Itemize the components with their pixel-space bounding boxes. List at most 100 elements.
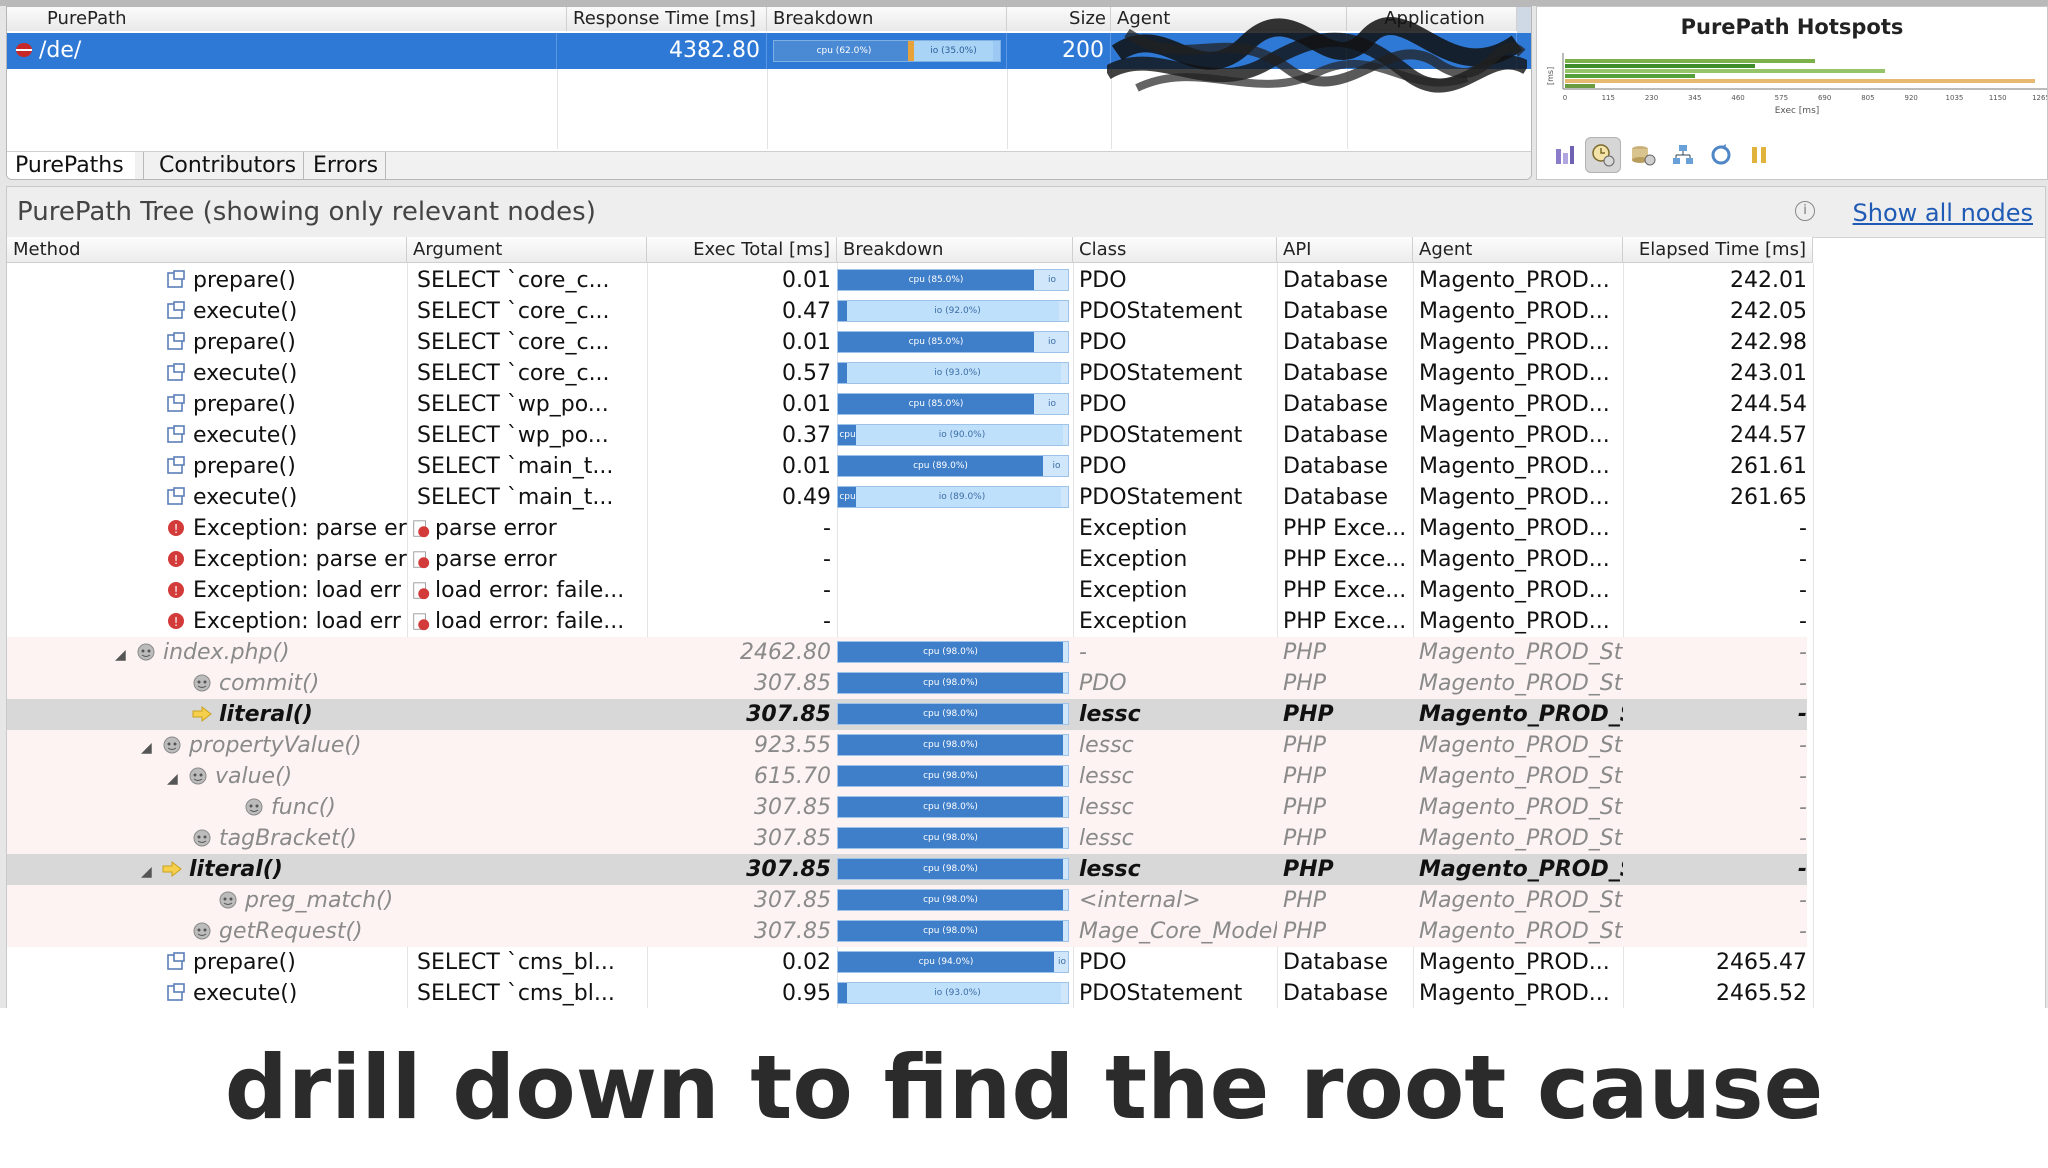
tree-row[interactable]: getRequest() 307.85 cpu (98.0%) Mage_Core_M… — [7, 916, 1807, 947]
hierarchy-icon[interactable] — [1665, 137, 1701, 173]
tree-title: PurePath Tree (showing only relevant nod… — [17, 197, 596, 227]
method-icon — [165, 485, 193, 510]
tab-errors[interactable]: Errors — [305, 152, 389, 179]
elapsed-time-cell: 242.05 — [1730, 299, 1807, 324]
expand-arrow-icon[interactable]: ◢ — [167, 764, 181, 792]
api-cell: PHP — [1283, 640, 1327, 665]
tree-row[interactable]: ! Exception: load err load error: faile...… — [7, 575, 1807, 606]
tree-row[interactable]: tagBracket() 307.85 cpu (98.0%) lessc PHP Mag… — [7, 823, 1807, 854]
api-cell: Database — [1283, 361, 1388, 386]
elapsed-time-cell: - — [1799, 578, 1807, 603]
tree-row[interactable]: prepare() SELECT `cms_bl... 0.02 cpu (94.0%… — [7, 947, 1807, 978]
column-divider — [767, 69, 768, 149]
php-node-icon — [161, 733, 189, 758]
tree-row[interactable]: ! Exception: load err load error: faile...… — [7, 606, 1807, 637]
exec-total-cell: 0.57 — [782, 361, 831, 386]
column-header-elapsed-time[interactable]: Elapsed Time [ms] — [1623, 237, 1813, 263]
api-cell: Database — [1283, 454, 1388, 479]
api-cell: PHP Exce... — [1283, 547, 1407, 572]
column-header-response-time[interactable]: Response Time [ms] — [567, 7, 767, 31]
tree-row[interactable]: literal() 307.85 cpu (98.0%) lessc PHP Magent… — [7, 699, 1807, 730]
breakdown-cell: io (92.0%) — [837, 296, 1073, 327]
tree-row[interactable]: execute() SELECT `core_c... 0.57 io (93.0%)… — [7, 358, 1807, 389]
argument-text: SELECT `cms_bl... — [417, 981, 615, 1006]
tree-row[interactable]: ! Exception: parse er parse error - Exceptio… — [7, 513, 1807, 544]
api-cell: PHP Exce... — [1283, 516, 1407, 541]
x-tick-label: 345 — [1688, 94, 1701, 102]
column-header-breakdown[interactable]: Breakdown — [767, 7, 1007, 31]
tree-row[interactable]: prepare() SELECT `core_c... 0.01 cpu (85.0%… — [7, 327, 1807, 358]
breakdown-label: cpu (98.0%) — [923, 709, 978, 719]
elapsed-time-cell: 244.57 — [1730, 423, 1807, 448]
elapsed-time-cell: 261.61 — [1730, 454, 1807, 479]
tree-row[interactable]: ! Exception: parse er parse error - Exceptio… — [7, 544, 1807, 575]
column-header-api[interactable]: API — [1277, 237, 1413, 263]
breakdown-cell — [837, 606, 1073, 637]
tree-row[interactable]: execute() SELECT `core_c... 0.47 io (92.0%)… — [7, 296, 1807, 327]
breakdown-cell: cpu (85.0%) io — [837, 389, 1073, 420]
expand-arrow-icon[interactable]: ◢ — [115, 640, 129, 668]
column-header-method[interactable]: Method — [7, 237, 407, 263]
breakdown-bar: cpu (98.0%) — [837, 641, 1069, 663]
tree-row[interactable]: ◢ index.php() 2462.80 cpu (98.0%) - PHP Magent… — [7, 637, 1807, 668]
column-header-purepath[interactable]: PurePath — [7, 7, 567, 31]
x-tick-label: 920 — [1904, 94, 1917, 102]
tab-contributors[interactable]: Contributors — [151, 152, 301, 179]
column-header-breakdown[interactable]: Breakdown — [837, 237, 1073, 263]
api-cell: Database — [1283, 423, 1388, 448]
column-header-agent[interactable]: Agent — [1413, 237, 1623, 263]
breakdown-cell: cpu (98.0%) — [837, 730, 1073, 761]
argument-cell: SELECT `main_t... — [407, 451, 647, 482]
database-icon[interactable] — [1625, 137, 1661, 173]
tree-row[interactable]: func() 307.85 cpu (98.0%) lessc PHP Magento_P… — [7, 792, 1807, 823]
refresh-icon[interactable] — [1703, 137, 1739, 173]
method-icon — [165, 299, 193, 324]
x-tick-label: 805 — [1861, 94, 1874, 102]
breakdown-bar: cpu (85.0%) io — [837, 269, 1069, 291]
tree-row[interactable]: execute() SELECT `cms_bl... 0.95 io (93.0%)… — [7, 978, 1807, 1008]
class-cell: lessc — [1079, 857, 1141, 882]
expand-arrow-icon[interactable]: ◢ — [141, 733, 155, 761]
pause-icon[interactable] — [1741, 137, 1777, 173]
tree-row[interactable]: ◢ propertyValue() 923.55 cpu (98.0%) lessc PH… — [7, 730, 1807, 761]
tab-separator — [143, 152, 144, 179]
breakdown-cpu-label: cpu (62.0%) — [816, 46, 872, 56]
api-cell: Database — [1283, 950, 1388, 975]
breakdown-bar: cpu (62.0%) io (35.0%) — [773, 40, 1001, 62]
column-header-argument[interactable]: Argument — [407, 237, 647, 263]
column-header-class[interactable]: Class — [1073, 237, 1277, 263]
class-cell: PDOStatement — [1079, 361, 1243, 386]
tree-row[interactable]: prepare() SELECT `wp_po... 0.01 cpu (85.0%)… — [7, 389, 1807, 420]
agent-cell: Magento_PROD... — [1419, 516, 1610, 541]
argument-cell — [407, 761, 647, 792]
breakdown-bar: cpu (89.0%) io — [837, 455, 1069, 477]
tree-row[interactable]: prepare() SELECT `core_c... 0.01 cpu (85.0%… — [7, 265, 1807, 296]
method-cell: prepare() — [7, 327, 407, 358]
exec-total-cell: 0.01 — [782, 330, 831, 355]
clock-icon[interactable] — [1585, 137, 1621, 173]
tree-row[interactable]: commit() 307.85 cpu (98.0%) PDO PHP Magento_P… — [7, 668, 1807, 699]
chart-bars-icon[interactable] — [1547, 137, 1583, 173]
elapsed-time-cell: - — [1799, 609, 1807, 634]
tree-row[interactable]: execute() SELECT `wp_po... 0.37 io (90.0%) c… — [7, 420, 1807, 451]
hotspots-chart[interactable]: [ms] 0 115 230 345 460 575 690 805 920 1035 1150 12… — [1547, 45, 2047, 135]
tree-row[interactable]: prepare() SELECT `main_t... 0.01 cpu (89.0%… — [7, 451, 1807, 482]
agent-cell: Magento_PROD_St — [1419, 919, 1623, 944]
method-cell: ◢ index.php() — [7, 637, 407, 668]
api-cell: Database — [1283, 981, 1388, 1006]
tree-row[interactable]: execute() SELECT `main_t... 0.49 io (89.0%)… — [7, 482, 1807, 513]
elapsed-time-cell: - — [1799, 795, 1807, 820]
breakdown-cell: io (89.0%) cpu — [837, 482, 1073, 513]
exception-icon: ! — [165, 547, 193, 572]
tree-row[interactable]: preg_match() 307.85 cpu (98.0%) <internal> P… — [7, 885, 1807, 916]
method-cell: ! Exception: parse er — [7, 513, 407, 544]
tab-purepaths[interactable]: PurePaths — [7, 152, 135, 179]
tree-row[interactable]: ◢ literal() 307.85 cpu (98.0%) lessc PHP Magen… — [7, 854, 1807, 885]
column-header-exec-total[interactable]: Exec Total [ms] — [647, 237, 837, 263]
expand-arrow-icon[interactable]: ◢ — [141, 857, 155, 885]
show-all-nodes-link[interactable]: Show all nodes — [1853, 199, 2033, 227]
column-header-size[interactable]: Size — [1007, 7, 1111, 31]
exec-total-cell: - — [823, 578, 831, 603]
tree-row[interactable]: ◢ value() 615.70 cpu (98.0%) lessc PHP Magento… — [7, 761, 1807, 792]
svg-text:!: ! — [174, 553, 179, 567]
